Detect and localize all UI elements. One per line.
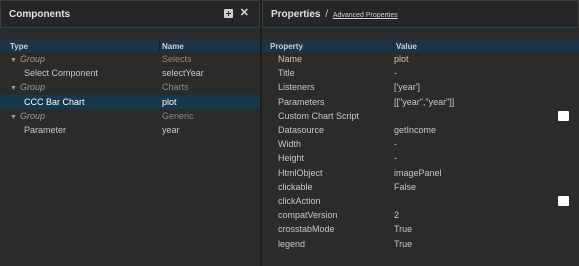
close-icon[interactable]: ✕ [240, 8, 249, 19]
property-value[interactable]: True [394, 224, 579, 234]
property-value[interactable]: False [394, 182, 579, 192]
properties-title-group: Properties / Advanced Properties [271, 9, 398, 20]
properties-panel: Properties / Advanced Properties Propert… [262, 0, 579, 266]
group-row-generic[interactable]: ▼ Group Generic [0, 109, 260, 123]
property-row[interactable]: Width - [262, 137, 579, 151]
component-type: Parameter [24, 125, 67, 136]
property-row[interactable]: legend True [262, 236, 579, 250]
property-row[interactable]: Title - [262, 66, 579, 80]
components-header: Components ✕ [0, 0, 260, 28]
add-icon[interactable] [223, 9, 233, 18]
property-row[interactable]: Name plot [262, 52, 579, 66]
group-row-selects[interactable]: ▼ Group Selects [0, 52, 260, 66]
group-name: Charts [162, 82, 189, 93]
component-name: selectYear [162, 68, 204, 79]
property-value[interactable]: getIncome [394, 125, 579, 135]
property-row[interactable]: Height - [262, 151, 579, 165]
group-label: Group [20, 110, 46, 121]
property-row[interactable]: Custom Chart Script [262, 109, 579, 123]
property-label: compatVersion [278, 210, 338, 221]
property-label: crosstabMode [278, 224, 335, 235]
components-column-header: Type Name [0, 40, 260, 52]
property-row[interactable]: compatVersion 2 [262, 208, 579, 222]
component-name: plot [162, 96, 177, 107]
edit-action-checkbox[interactable] [558, 195, 569, 206]
component-type: Select Component [24, 68, 99, 79]
components-panel: Components ✕ Type Name ▼ Group Selects Se… [0, 0, 260, 266]
component-row-select[interactable]: Select Component selectYear [0, 66, 260, 80]
property-value[interactable]: imagePanel [394, 168, 579, 178]
property-label: clickable [278, 181, 313, 192]
triangle-down-icon[interactable]: ▼ [10, 85, 20, 92]
property-value[interactable]: True [394, 239, 579, 249]
property-value[interactable]: - [394, 153, 579, 163]
property-label: clickAction [278, 195, 321, 206]
properties-column-header: Property Value [262, 40, 579, 52]
group-row-charts[interactable]: ▼ Group Charts [0, 80, 260, 94]
components-title: Components [9, 9, 71, 20]
property-label: Title [278, 68, 295, 79]
triangle-down-icon[interactable]: ▼ [10, 114, 20, 121]
property-value[interactable]: - [394, 139, 579, 149]
property-row[interactable]: clickable False [262, 180, 579, 194]
property-label: Width [278, 139, 302, 150]
properties-title: Properties [271, 9, 321, 20]
property-label: Listeners [278, 82, 315, 93]
property-label: Height [278, 153, 305, 164]
advanced-properties-link[interactable]: Advanced Properties [333, 12, 398, 19]
column-name[interactable]: Name [160, 42, 260, 51]
property-value[interactable]: ['year'] [394, 82, 579, 92]
column-value[interactable]: Value [394, 42, 579, 51]
property-row[interactable]: Datasource getIncome [262, 123, 579, 137]
property-row[interactable]: Listeners ['year'] [262, 80, 579, 94]
component-name: year [162, 125, 180, 136]
property-label: Parameters [278, 96, 325, 107]
group-name: Selects [162, 54, 192, 65]
component-row-parameter[interactable]: Parameter year [0, 123, 260, 137]
group-label: Group [20, 54, 46, 65]
property-row[interactable]: HtmlObject imagePanel [262, 166, 579, 180]
property-row[interactable]: Parameters [["year","year"]] [262, 95, 579, 109]
property-label: Custom Chart Script [278, 110, 360, 121]
property-value[interactable]: - [394, 68, 579, 78]
property-label: HtmlObject [278, 167, 323, 178]
property-value[interactable]: [["year","year"]] [394, 97, 579, 107]
edit-script-checkbox[interactable] [558, 110, 569, 121]
triangle-down-icon[interactable]: ▼ [10, 57, 20, 64]
property-value[interactable]: 2 [394, 210, 579, 220]
column-type[interactable]: Type [0, 40, 160, 52]
column-property[interactable]: Property [262, 40, 394, 52]
property-row[interactable]: crosstabMode True [262, 222, 579, 236]
component-type: CCC Bar Chart [24, 96, 85, 107]
property-value[interactable]: plot [394, 54, 579, 64]
property-row[interactable]: clickAction [262, 194, 579, 208]
group-name: Generic [162, 110, 194, 121]
title-separator: / [325, 9, 329, 20]
property-label: legend [278, 238, 306, 249]
property-label: Name [278, 54, 303, 65]
properties-header: Properties / Advanced Properties [262, 0, 579, 28]
component-row-bar-chart[interactable]: CCC Bar Chart plot [0, 94, 260, 109]
property-label: Datasource [278, 125, 325, 136]
group-label: Group [20, 82, 46, 93]
